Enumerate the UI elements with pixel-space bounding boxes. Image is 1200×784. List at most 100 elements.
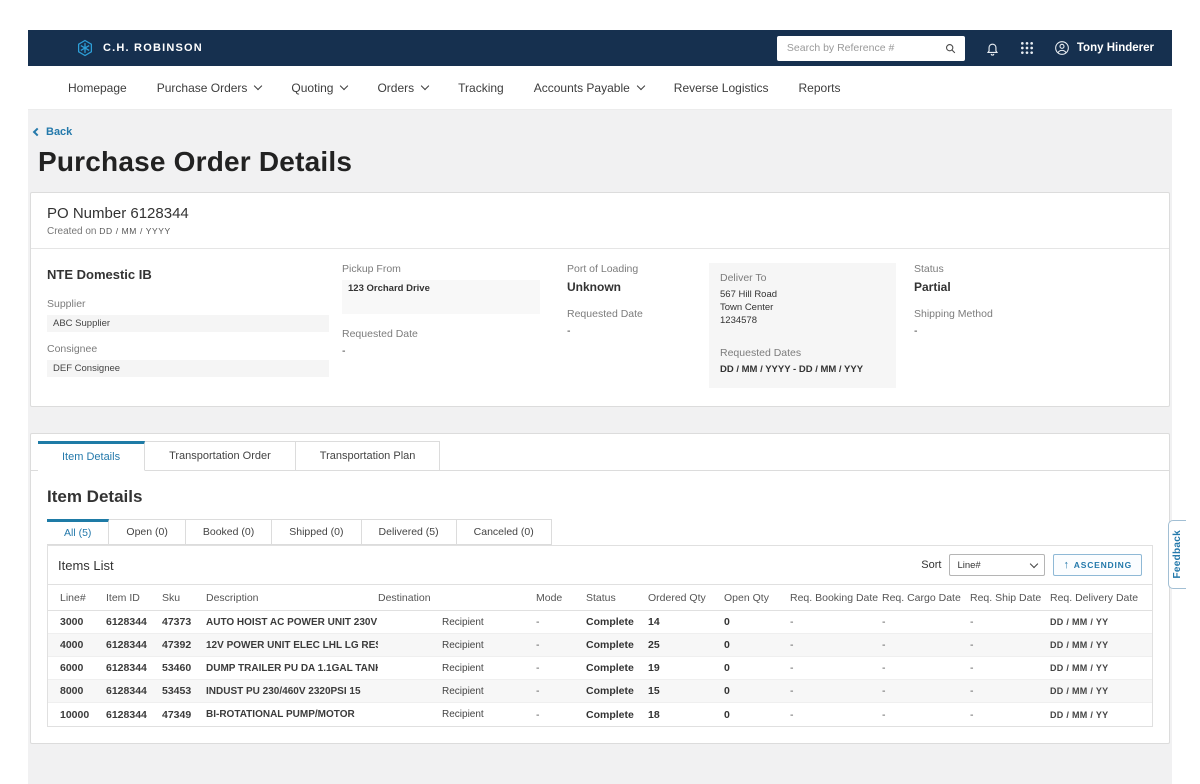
column-header: Item ID [106,592,162,604]
menu-item[interactable]: Reports [799,81,841,95]
deliver-to-label: Deliver To [720,272,885,284]
tab-label: Item Details [62,451,120,463]
table-cell: - [790,709,882,721]
table-cell: Recipient [378,663,536,674]
pol-requested-value: - [567,325,709,337]
subtab-label: Booked (0) [203,526,254,538]
search-input[interactable] [785,41,938,55]
menu-item-label: Quoting [291,81,333,95]
user-menu[interactable]: Tony Hinderer [1054,40,1154,56]
table-cell: - [790,616,882,628]
table-cell: Complete [586,616,648,628]
tab[interactable]: Transportation Order [145,441,296,471]
table-cell: - [970,639,1050,651]
column-header: Open Qty [724,592,790,604]
table-cell: 6128344 [106,639,162,651]
menu-item-label: Accounts Payable [534,81,630,95]
table-row[interactable]: 8000612834453453INDUST PU 230/460V 2320P… [48,680,1152,703]
subtab-label: Open (0) [126,526,167,538]
menu-item[interactable]: Accounts Payable [534,81,644,95]
subtab[interactable]: Delivered (5) [362,519,457,545]
table-cell: Recipient [378,709,536,720]
apps-grid-icon[interactable] [1020,41,1034,55]
menu-item[interactable]: Reverse Logistics [674,81,769,95]
deliver-address-line: 567 Hill Road [720,289,885,302]
status-subtabs: All (5) Open (0) Booked (0) Shipped (0) [47,519,1153,545]
back-link[interactable]: Back [34,126,72,138]
table-cell: 47373 [162,616,206,628]
table-cell: DD / MM / YY [1050,710,1140,720]
items-list-title: Items List [58,558,114,573]
table-row[interactable]: 3000612834447373AUTO HOIST AC POWER UNIT… [48,611,1152,634]
menu-item-label: Purchase Orders [157,81,248,95]
menu-item[interactable]: Tracking [458,81,504,95]
column-header: Destination [378,592,536,604]
shipping-method-label: Shipping Method [914,308,1153,320]
subtab[interactable]: Canceled (0) [457,519,552,545]
subtab-label: Shipped (0) [289,526,343,538]
table-cell: - [970,662,1050,674]
table-row[interactable]: 6000612834453460DUMP TRAILER PU DA 1.1GA… [48,657,1152,680]
column-header: Req. Booking Date [790,592,882,604]
table-cell: 0 [724,685,790,697]
table-cell: 8000 [60,685,106,697]
table-row[interactable]: 400061283444739212V POWER UNIT ELEC LHL … [48,634,1152,657]
search-icon[interactable] [944,42,957,55]
reference-search[interactable] [777,36,965,61]
items-list-panel: Items List Sort Line# ↑ ASCENDING [47,545,1153,727]
pol-requested-label: Requested Date [567,308,709,320]
table-cell: Recipient [378,640,536,651]
menu-item-label: Tracking [458,81,504,95]
sort-direction-label: ASCENDING [1074,560,1132,570]
menu-item[interactable]: Orders [377,81,428,95]
table-cell: Complete [586,709,648,721]
port-of-loading-column: Port of Loading Unknown Requested Date - [567,263,709,388]
status-label: Status [914,263,1153,275]
table-cell: 0 [724,709,790,721]
menu-item[interactable]: Homepage [68,81,127,95]
subtab[interactable]: All (5) [47,519,109,545]
feedback-label: Feedback [1172,530,1183,579]
menu-item-label: Homepage [68,81,127,95]
pickup-requested-label: Requested Date [342,328,567,340]
table-cell: 6128344 [106,662,162,674]
table-cell: - [790,685,882,697]
table-cell: 10000 [60,709,106,721]
arrow-up-icon: ↑ [1063,559,1069,571]
feedback-button[interactable]: Feedback [1168,520,1186,589]
table-row[interactable]: 10000612834447349BI-ROTATIONAL PUMP/MOTO… [48,703,1152,726]
table-cell: 6128344 [106,685,162,697]
table-cell: 15 [648,685,724,697]
subtab[interactable]: Open (0) [109,519,185,545]
menu-item[interactable]: Purchase Orders [157,81,262,95]
table-cell: Complete [586,685,648,697]
order-type: NTE Domestic IB [47,267,342,282]
sort-direction-button[interactable]: ↑ ASCENDING [1053,554,1142,576]
deliver-address-line: Town Center [720,302,885,315]
table-cell: DD / MM / YY [1050,686,1140,696]
sort-select[interactable]: Line# [949,554,1045,576]
column-header: Ordered Qty [648,592,724,604]
bell-icon[interactable] [985,41,1000,56]
tab[interactable]: Transportation Plan [296,441,441,471]
table-cell: 0 [724,616,790,628]
created-on-label: Created on [47,226,96,237]
chevron-down-icon [340,82,348,90]
brand[interactable]: C.H. ROBINSON [76,39,203,57]
items-table-body: 3000612834447373AUTO HOIST AC POWER UNIT… [48,611,1152,726]
subtab[interactable]: Shipped (0) [272,519,361,545]
table-cell: - [970,616,1050,628]
subtab[interactable]: Booked (0) [186,519,272,545]
table-cell: DD / MM / YY [1050,617,1140,627]
tab[interactable]: Item Details [38,441,145,471]
pickup-requested-value: - [342,345,567,357]
menu-item[interactable]: Quoting [291,81,347,95]
pickup-column: Pickup From 123 Orchard Drive Requested … [342,263,567,388]
table-cell: AUTO HOIST AC POWER UNIT 230V [206,617,378,628]
table-cell: 12V POWER UNIT ELEC LHL LG RES [206,640,378,651]
table-cell: 0 [724,639,790,651]
order-type-column: NTE Domestic IB Supplier ABC Supplier Co… [47,263,342,388]
shipping-method-value: - [914,325,1153,337]
sort-selected-value: Line# [957,560,980,571]
table-cell: - [882,662,970,674]
